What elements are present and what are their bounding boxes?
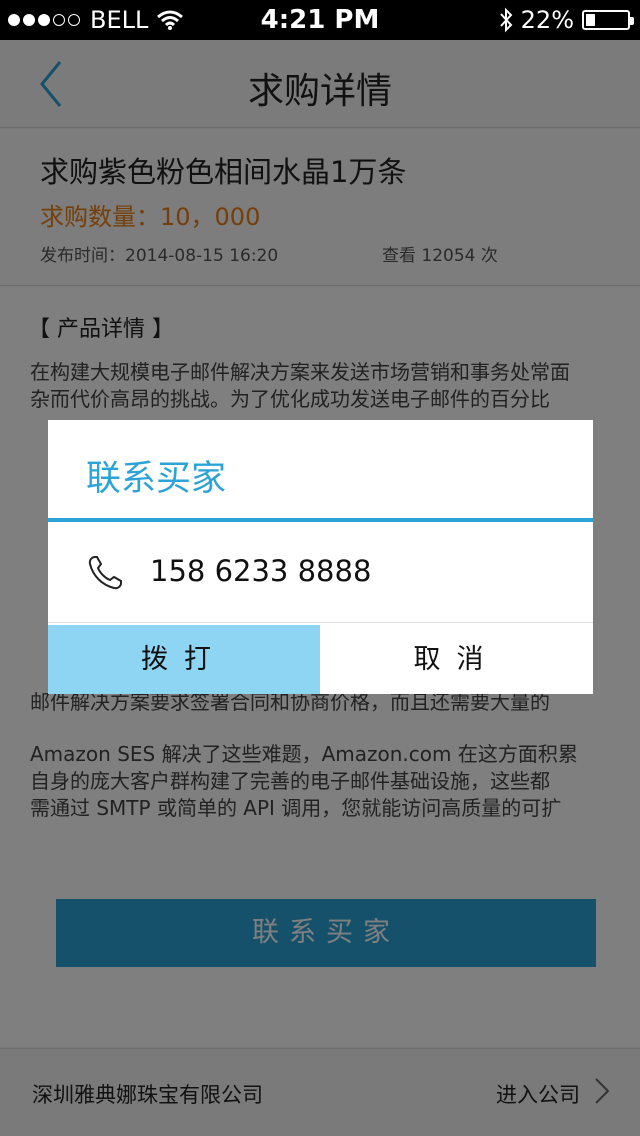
- battery-percent: 22%: [520, 6, 574, 34]
- phone-icon: [88, 556, 122, 590]
- battery-icon: [582, 10, 634, 30]
- dial-button[interactable]: 拨打: [48, 625, 320, 694]
- contact-dialog: 联系买家 158 6233 8888 拨打 取消: [48, 420, 593, 694]
- dialog-title: 联系买家: [86, 459, 227, 499]
- phone-number: 158 6233 8888: [150, 554, 372, 588]
- dialog-divider: [48, 518, 593, 522]
- status-right: 22%: [499, 6, 634, 34]
- dialog-separator: [48, 622, 593, 623]
- cancel-button[interactable]: 取消: [320, 625, 593, 694]
- bluetooth-icon: [499, 7, 513, 33]
- status-bar: BELL 4:21 PM 22%: [0, 0, 640, 40]
